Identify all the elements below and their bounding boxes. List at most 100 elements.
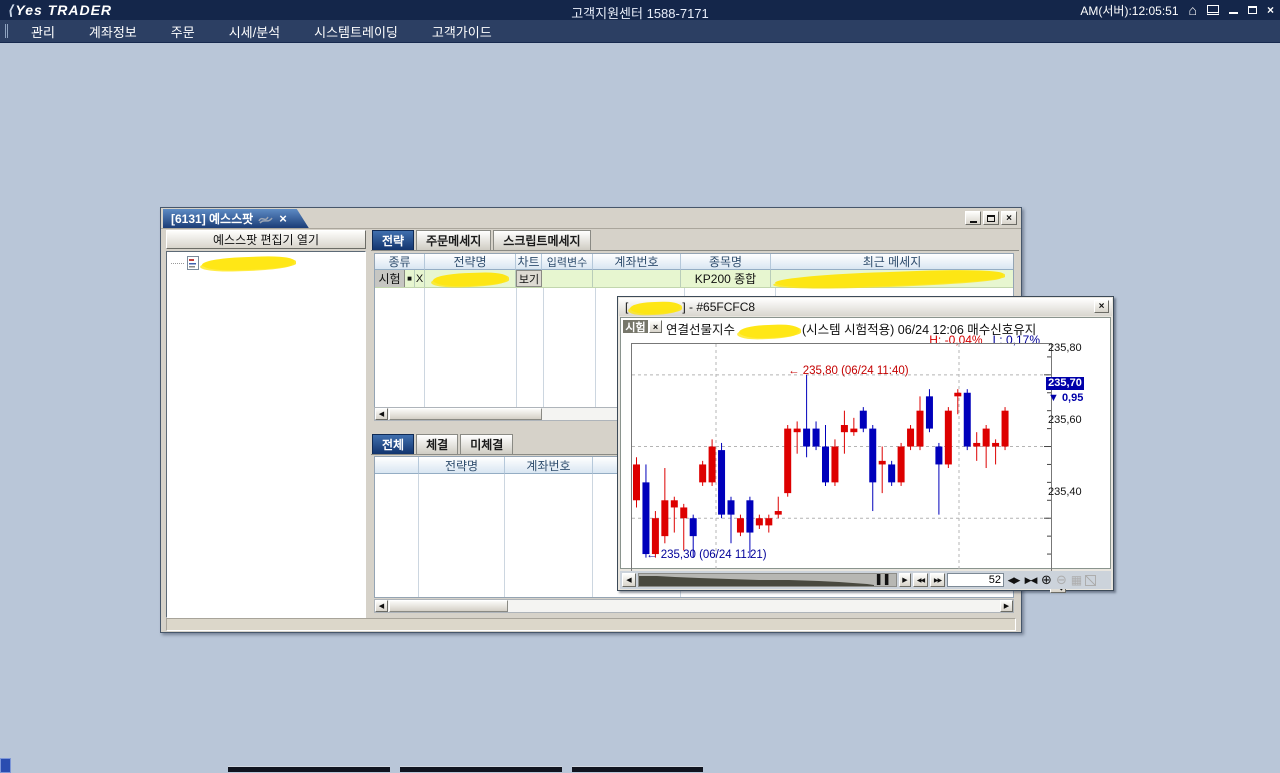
col-chart: 차트 (516, 254, 542, 270)
desktop: ⟨Yes TRADER 고객지원센터 1588-7171 AM(서버):12:0… (0, 0, 1280, 773)
chart-close-button[interactable]: × (1094, 300, 1109, 313)
row-type-badge: 시험 (375, 270, 405, 287)
crosshair-toggle-icon[interactable] (1085, 575, 1096, 586)
navigator-silhouette (639, 575, 896, 587)
status-strip (166, 618, 1016, 631)
chart-navigator[interactable]: ▌▌ (638, 573, 897, 587)
spot-window-titlebar: [6131] 예스스팟 × × (161, 208, 1021, 229)
chart-view-button[interactable]: 보기 (516, 270, 542, 287)
tree-branch (171, 263, 184, 264)
app-restore-button[interactable] (1248, 6, 1257, 14)
spot-close-button[interactable]: × (1001, 211, 1017, 225)
chart-title-text: ] - #65FCFC8 (682, 300, 755, 314)
background-window-edge-2[interactable] (400, 766, 562, 772)
orders-table-hscrollbar[interactable]: ◀ ▶ (374, 599, 1014, 613)
monitor-icon[interactable] (1207, 5, 1219, 15)
scribble-icon (258, 213, 274, 224)
menu-order[interactable]: 주문 (154, 22, 212, 41)
ytick-235-40: 235,40 (1048, 486, 1082, 498)
chart-test-badge: 시험 (623, 320, 648, 333)
col-blank1 (375, 457, 419, 474)
chart-badge-close-icon[interactable]: × (649, 320, 662, 333)
orders-scroll-thumb[interactable] (389, 600, 508, 612)
spot-minimize-button[interactable] (965, 211, 981, 225)
app-minimize-button[interactable] (1229, 6, 1238, 14)
chart-symbol: 연결선물지수 (666, 323, 735, 337)
col-order-strategy: 전략명 (419, 457, 505, 474)
row-x-flag[interactable]: X (415, 270, 425, 287)
tree-item[interactable] (167, 252, 365, 270)
row-active-square-icon[interactable]: ■ (405, 270, 415, 287)
menu-grip[interactable] (5, 24, 8, 38)
orders-scroll-left-icon[interactable]: ◀ (375, 600, 388, 612)
server-clock: AM(서버):12:05:51 (1080, 2, 1178, 19)
home-icon[interactable]: ⌂ (1189, 2, 1197, 18)
col-order-account: 계좌번호 (505, 457, 593, 474)
col-type: 종류 (375, 254, 425, 270)
col-account-no: 계좌번호 (593, 254, 681, 270)
chart-header-redacted (738, 324, 798, 338)
tab-unfilled[interactable]: 미체결 (460, 434, 513, 454)
col-input-vars: 입력변수 (542, 254, 593, 270)
chart-title-redacted (630, 301, 680, 314)
menu-bar: 관리 계좌정보 주문 시세/분석 시스템트레이딩 고객가이드 (0, 20, 1280, 43)
open-editor-button[interactable]: 예스스팟 편집기 열기 (166, 230, 366, 249)
strategy-row[interactable]: 시험 ■ X 보기 KP200 종합 (375, 270, 1013, 288)
spot-tab-close-icon[interactable]: × (279, 211, 287, 226)
col-symbol: 종목명 (681, 254, 771, 270)
row-account-no (593, 270, 681, 287)
navigator-handles-icon[interactable]: ▌▌ (877, 574, 893, 585)
candle-count-input[interactable] (947, 573, 1004, 587)
tab-order-message[interactable]: 주문메세지 (416, 230, 491, 250)
tab-filled[interactable]: 체결 (416, 434, 458, 454)
grid-toggle-icon[interactable]: ▦ (1070, 573, 1083, 587)
row-input-vars (542, 270, 593, 287)
spot-maximize-button[interactable] (983, 211, 999, 225)
zoom-in-icon[interactable]: ⊕ (1040, 572, 1053, 588)
menu-system-trading[interactable]: 시스템트레이딩 (297, 22, 415, 41)
chart-window-titlebar[interactable]: [ ] - #65FCFC8 × (619, 298, 1112, 316)
expand-icon[interactable]: ◀▶ (1006, 575, 1021, 586)
background-window-edge-3[interactable] (572, 766, 703, 772)
col-last-message: 최근 메세지 (771, 254, 1013, 270)
spot-window-tab[interactable]: [6131] 예스스팟 × (163, 209, 309, 228)
annotation-session-low: ← 235,30 (06/24 11:21) (646, 549, 767, 561)
ytick-235-60: 235,60 (1048, 414, 1082, 426)
strategy-tree (166, 251, 366, 618)
orders-scroll-right-icon[interactable]: ▶ (1000, 600, 1013, 612)
tab-script-message[interactable]: 스크립트메세지 (493, 230, 590, 250)
price-change-label: ▼ 0,95 (1048, 392, 1083, 404)
app-close-button[interactable]: × (1267, 6, 1274, 15)
menu-quote-analysis[interactable]: 시세/분석 (212, 22, 297, 41)
tree-item-label-redacted (202, 255, 294, 270)
candlestick-plot: ← 235,80 (06/24 11:40) ← 235,30 (06/24 1… (631, 343, 1052, 578)
spot-window-title: [6131] 예스스팟 (171, 210, 253, 227)
nav-right-icon[interactable]: ▶ (899, 573, 911, 587)
chart-title-bracket-open: [ (625, 300, 628, 314)
row-strategy-name-redacted (425, 270, 516, 287)
script-file-icon (187, 256, 199, 270)
background-window-edge-1[interactable] (228, 766, 390, 772)
menu-customer-guide[interactable]: 고객가이드 (415, 22, 509, 41)
menu-manage[interactable]: 관리 (14, 22, 72, 41)
chart-body: 시험 × 연결선물지수 (시스템 시험적용) 06/24 12:06 매수신호유… (620, 317, 1111, 569)
ytick-235-80: 235,80 (1048, 342, 1082, 354)
nav-fast-right-icon[interactable]: ▶▶ (930, 573, 945, 587)
chart-toolbar: ◀ ▌▌ ▶ ◀◀ ▶▶ ◀▶ ▶◀ ⊕ ⊖ ▦ (620, 571, 1111, 589)
annotation-session-high: ← 235,80 (06/24 11:40) (788, 365, 909, 377)
taskbar-corner-app[interactable] (0, 758, 11, 773)
strategy-scroll-thumb[interactable] (389, 408, 542, 420)
collapse-icon[interactable]: ▶◀ (1023, 575, 1038, 586)
nav-fast-left-icon[interactable]: ◀◀ (913, 573, 928, 587)
strategy-scroll-left-icon[interactable]: ◀ (375, 408, 388, 420)
nav-left-icon[interactable]: ◀ (622, 573, 636, 587)
row-symbol: KP200 종합 (681, 270, 771, 287)
tab-all[interactable]: 전체 (372, 434, 414, 454)
tab-strategy[interactable]: 전략 (372, 230, 414, 250)
menu-account-info[interactable]: 계좌정보 (72, 22, 154, 41)
zoom-out-icon[interactable]: ⊖ (1055, 572, 1068, 588)
app-titlebar: ⟨Yes TRADER 고객지원센터 1588-7171 AM(서버):12:0… (0, 0, 1280, 20)
current-price-box: 235,70 (1046, 377, 1084, 390)
col-strategy-name: 전략명 (425, 254, 516, 270)
chart-window: [ ] - #65FCFC8 × 시험 × 연결선물지수 (시스템 시험적용) … (617, 296, 1114, 591)
